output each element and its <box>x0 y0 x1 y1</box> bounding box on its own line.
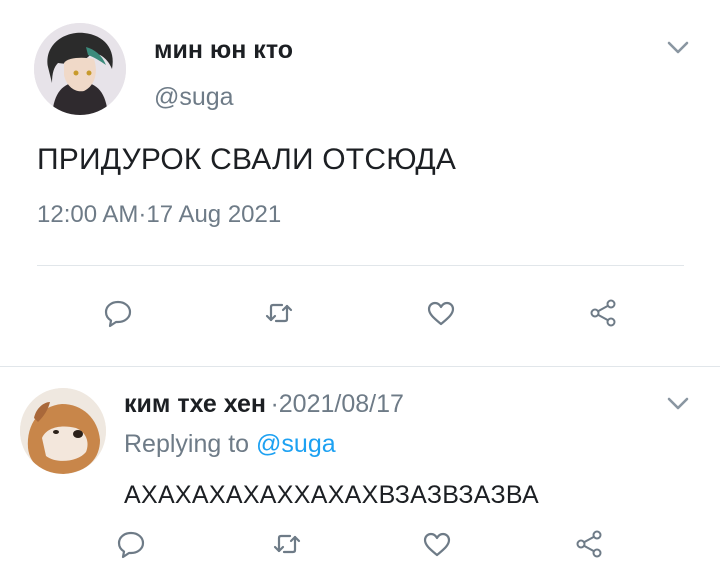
avatar-image <box>20 388 106 474</box>
avatar[interactable] <box>20 388 106 474</box>
reply-button[interactable] <box>114 527 148 561</box>
heart-icon <box>427 301 455 326</box>
reply-header: ким тхе хен ·2021/08/17 <box>124 390 404 419</box>
tweet-text: ПРИДУРОК СВАЛИ ОТСЮДА <box>37 143 457 176</box>
tweet-text: АХАХАХАХАХХАХАХВЗАЗВЗАЗВА <box>124 481 540 509</box>
like-button[interactable] <box>424 296 458 330</box>
tweet-date: 17 Aug 2021 <box>146 201 282 228</box>
mention-link[interactable]: @suga <box>256 430 336 458</box>
retweet-icon <box>273 534 301 554</box>
tweet-time: 12:00 AM <box>37 201 139 228</box>
timestamp-separator: · <box>270 390 279 418</box>
replying-label: Replying to <box>124 430 250 458</box>
tweet-date: 2021/08/17 <box>278 390 404 418</box>
heart-icon <box>423 532 451 557</box>
share-button[interactable] <box>586 296 620 330</box>
reply-icon <box>117 531 145 559</box>
like-button[interactable] <box>420 527 454 561</box>
divider <box>0 366 720 367</box>
display-name[interactable]: ким тхе хен <box>124 390 266 418</box>
share-icon <box>590 299 616 327</box>
timestamp: 12:00 AM·17 Aug 2021 <box>37 201 281 229</box>
retweet-button[interactable] <box>262 296 296 330</box>
divider <box>37 265 684 266</box>
retweet-icon <box>265 303 293 323</box>
avatar-image <box>34 23 126 115</box>
retweet-button[interactable] <box>270 527 304 561</box>
chevron-down-icon[interactable] <box>667 41 689 55</box>
reply-icon <box>104 300 132 328</box>
avatar[interactable] <box>34 23 126 115</box>
handle[interactable]: @suga <box>154 83 234 112</box>
display-name[interactable]: мин юн кто <box>154 36 293 65</box>
reply-button[interactable] <box>101 296 135 330</box>
share-button[interactable] <box>572 527 606 561</box>
chevron-down-icon[interactable] <box>667 397 689 411</box>
replying-to: Replying to @suga <box>124 430 336 459</box>
share-icon <box>576 530 602 558</box>
